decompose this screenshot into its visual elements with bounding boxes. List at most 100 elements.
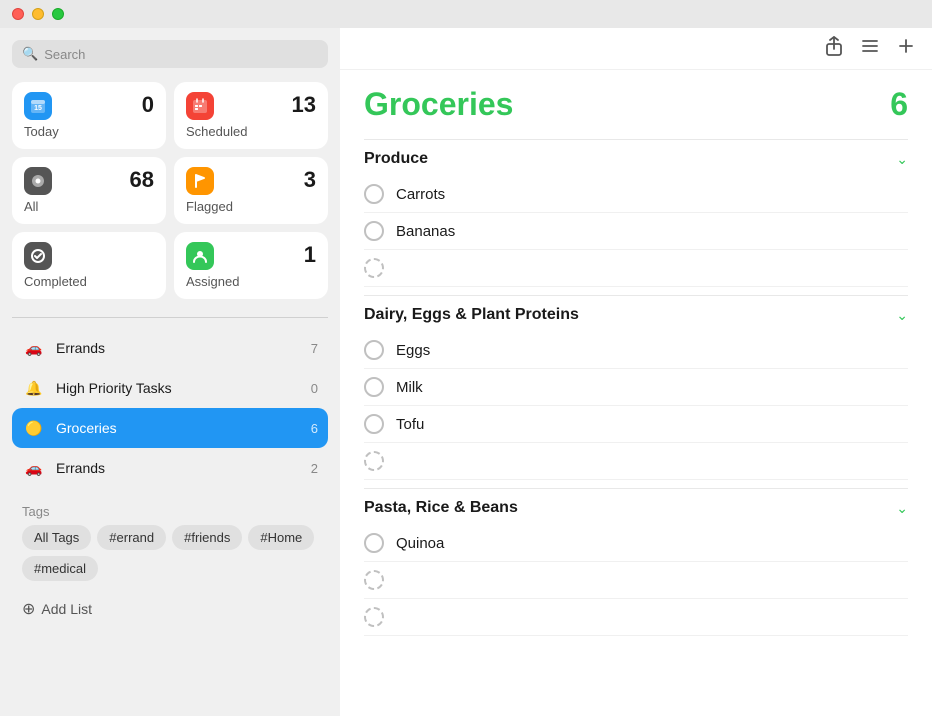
completed-label: Completed — [24, 274, 154, 289]
task-produce-placeholder — [364, 250, 908, 287]
bananas-checkbox[interactable] — [364, 221, 384, 241]
task-milk: Milk — [364, 369, 908, 406]
lists-section: 🚗 Errands 7 🔔 High Priority Tasks 0 🟡 Gr… — [12, 328, 328, 488]
smart-list-flagged[interactable]: 3 Flagged — [174, 157, 328, 224]
high-priority-name: High Priority Tasks — [56, 380, 301, 396]
errands1-name: Errands — [56, 340, 301, 356]
section-produce: Produce ⌄ Carrots Bananas — [364, 139, 908, 287]
tag-errand[interactable]: #errand — [97, 525, 166, 550]
smart-list-all[interactable]: 68 All — [12, 157, 166, 224]
add-list-label: Add List — [41, 601, 92, 617]
smart-list-completed[interactable]: Completed — [12, 232, 166, 299]
section-pasta: Pasta, Rice & Beans ⌄ Quinoa — [364, 488, 908, 636]
carrots-checkbox[interactable] — [364, 184, 384, 204]
errands1-icon: 🚗 — [22, 336, 46, 360]
smart-lists-grid: 15 0 Today — [12, 82, 328, 299]
list-item-errands2[interactable]: 🚗 Errands 2 — [12, 448, 328, 488]
flagged-icon — [186, 167, 214, 195]
all-icon — [24, 167, 52, 195]
tofu-label: Tofu — [396, 416, 424, 433]
tofu-checkbox[interactable] — [364, 414, 384, 434]
task-tofu: Tofu — [364, 406, 908, 443]
all-label: All — [24, 199, 154, 214]
smart-list-scheduled[interactable]: 13 Scheduled — [174, 82, 328, 149]
titlebar — [0, 0, 932, 28]
task-carrots: Carrots — [364, 176, 908, 213]
svg-text:15: 15 — [34, 105, 42, 112]
tags-container: All Tags #errand #friends #Home #medical — [12, 525, 328, 581]
share-button[interactable] — [824, 36, 844, 61]
tag-all-tags[interactable]: All Tags — [22, 525, 91, 550]
assigned-count: 1 — [304, 242, 316, 268]
produce-section-header[interactable]: Produce ⌄ — [364, 139, 908, 176]
dairy-section-header[interactable]: Dairy, Eggs & Plant Proteins ⌄ — [364, 295, 908, 332]
today-count: 0 — [142, 92, 154, 118]
pasta-section-header[interactable]: Pasta, Rice & Beans ⌄ — [364, 488, 908, 525]
pasta-title: Pasta, Rice & Beans — [364, 499, 518, 517]
tag-medical[interactable]: #medical — [22, 556, 98, 581]
produce-placeholder-circle — [364, 258, 384, 278]
completed-icon — [24, 242, 52, 270]
milk-label: Milk — [396, 379, 423, 396]
produce-chevron: ⌄ — [896, 151, 908, 168]
smart-list-assigned[interactable]: 1 Assigned — [174, 232, 328, 299]
assigned-icon — [186, 242, 214, 270]
pasta-chevron: ⌄ — [896, 500, 908, 517]
section-dairy: Dairy, Eggs & Plant Proteins ⌄ Eggs Milk… — [364, 295, 908, 480]
main-body: Groceries 6 Produce ⌄ Carrots Bananas — [340, 70, 932, 716]
task-pasta-placeholder2 — [364, 599, 908, 636]
groceries-count: 6 — [311, 421, 318, 436]
list-view-button[interactable] — [860, 36, 880, 61]
groceries-icon: 🟡 — [22, 416, 46, 440]
tags-label: Tags — [12, 498, 328, 525]
eggs-label: Eggs — [396, 342, 430, 359]
groceries-name: Groceries — [56, 420, 301, 436]
milk-checkbox[interactable] — [364, 377, 384, 397]
task-bananas: Bananas — [364, 213, 908, 250]
list-item-groceries[interactable]: 🟡 Groceries 6 — [12, 408, 328, 448]
smart-list-today[interactable]: 15 0 Today — [12, 82, 166, 149]
task-pasta-placeholder1 — [364, 562, 908, 599]
search-icon: 🔍 — [22, 46, 38, 62]
task-eggs: Eggs — [364, 332, 908, 369]
carrots-label: Carrots — [396, 186, 445, 203]
pasta-placeholder-circle2 — [364, 607, 384, 627]
maximize-button[interactable] — [52, 8, 64, 20]
close-button[interactable] — [12, 8, 24, 20]
bananas-label: Bananas — [396, 223, 455, 240]
today-label: Today — [24, 124, 154, 139]
scheduled-label: Scheduled — [186, 124, 316, 139]
assigned-label: Assigned — [186, 274, 316, 289]
list-item-errands1[interactable]: 🚗 Errands 7 — [12, 328, 328, 368]
scheduled-count: 13 — [292, 92, 316, 118]
search-bar[interactable]: 🔍 Search — [12, 40, 328, 68]
high-priority-count: 0 — [311, 381, 318, 396]
produce-title: Produce — [364, 150, 428, 168]
sidebar-divider — [12, 317, 328, 318]
dairy-title: Dairy, Eggs & Plant Proteins — [364, 306, 579, 324]
add-list-icon: ⊕ — [22, 599, 35, 619]
task-dairy-placeholder — [364, 443, 908, 480]
dairy-placeholder-circle — [364, 451, 384, 471]
minimize-button[interactable] — [32, 8, 44, 20]
list-item-high-priority[interactable]: 🔔 High Priority Tasks 0 — [12, 368, 328, 408]
main-toolbar — [340, 28, 932, 70]
errands2-name: Errands — [56, 460, 301, 476]
errands1-count: 7 — [311, 341, 318, 356]
main-count: 6 — [890, 86, 908, 123]
add-list-button[interactable]: ⊕ Add List — [12, 593, 328, 625]
tag-friends[interactable]: #friends — [172, 525, 242, 550]
eggs-checkbox[interactable] — [364, 340, 384, 360]
app-container: 🔍 Search 15 0 Today — [0, 28, 932, 716]
search-placeholder: Search — [44, 47, 85, 62]
errands2-icon: 🚗 — [22, 456, 46, 480]
add-task-button[interactable] — [896, 36, 916, 61]
tag-home[interactable]: #Home — [248, 525, 314, 550]
high-priority-icon: 🔔 — [22, 376, 46, 400]
quinoa-label: Quinoa — [396, 535, 444, 552]
quinoa-checkbox[interactable] — [364, 533, 384, 553]
today-icon: 15 — [24, 92, 52, 120]
all-count: 68 — [130, 167, 154, 193]
main-title: Groceries — [364, 86, 513, 123]
pasta-placeholder-circle1 — [364, 570, 384, 590]
